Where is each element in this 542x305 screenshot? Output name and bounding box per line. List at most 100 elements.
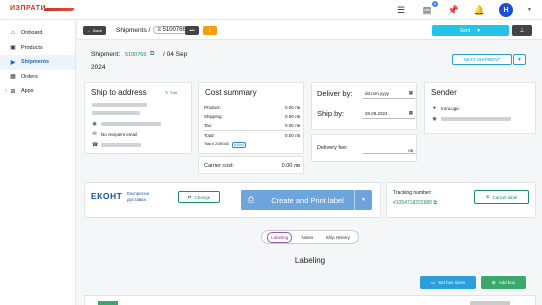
recipient-email: No recipient email [101,131,138,137]
cost-label: Tax: [204,123,213,128]
printer-icon: ⎙ [247,195,255,204]
tab-notes[interactable]: Notes [298,233,316,242]
user-icon: ● [432,105,437,111]
logo-swoosh [43,8,75,11]
label-l-button[interactable]: L [203,26,217,35]
chevron-down-icon[interactable]: ▼ [354,190,372,210]
sidebar-item-label: Apps [21,88,34,95]
print-label: Create and Print label [271,195,344,205]
cost-label: Product: [204,105,221,110]
recipient-line-row [92,111,140,115]
phone-row: ☎ [92,142,141,148]
breadcrumb: Shipments / ≡ 5100766 [116,26,190,34]
add-box-button[interactable]: ⊞ Add box [481,276,526,289]
divider [204,130,300,131]
status-dropdown[interactable]: Sent ▼ [432,25,509,36]
delivery-fee-label: Delivery fee: [317,145,348,151]
carrier-cost-label: Carrier cost: [204,163,234,169]
shipment-id: 5100766 [162,27,186,33]
detail-tabs: Labeling Notes Ship History [261,230,359,244]
tab-ship-history[interactable]: Ship History [323,233,353,242]
ruler-icon: ▭ [430,279,436,285]
top-bar: ИЗПРАТИ ☰ ▤ 5 📌 🔔 H ▼ [0,0,542,20]
box-action[interactable] [470,301,510,305]
back-button[interactable]: ← Back [83,26,106,35]
ship-to-card: Ship to address ✎ Edit ◉ ✉ No recipient e… [84,82,192,154]
sidebar-item-onboard[interactable]: ⌂ Onboard [0,26,75,41]
sender-card: Sender ● IronLogic ◉ [424,82,536,134]
calendar-icon[interactable]: ▦ [409,90,413,96]
ship-by-label: Ship by: [317,109,345,118]
copy-icon[interactable]: ⧉ [150,51,154,58]
notification-badge: 5 [431,1,439,7]
sidebar-item-orders[interactable]: ▦ Orders [0,70,75,85]
cost-summary-card: Cost summary Product: 0.00 лв Shipping: 0.… [198,82,304,154]
avatar[interactable]: H [499,3,514,17]
carrier-cost-row: Carrier cost: 0.00 лв [204,163,300,169]
box-sizes-label: Set box sizes [438,280,466,285]
sender-name-row: ● IronLogic [432,105,460,111]
sidebar-item-apps[interactable]: › ⊞ Apps [0,84,75,99]
cancel-icon: ⊗ [485,194,490,199]
carrier-cost-value: 0.00 лв [281,163,300,169]
tracking-panel: Tracking number: #1054718222680 ⧉ ⊗ Canc… [386,182,536,218]
chevron-down-icon[interactable]: ▼ [527,7,532,13]
sidebar-item-shipments[interactable]: ▶ Shipments [0,55,75,70]
back-label: Back [93,28,102,33]
bell-icon[interactable]: 🔔 [473,4,485,16]
box-icon: ▣ [10,45,16,52]
tracking-number: #1054718222680 [393,200,432,206]
inbox-icon[interactable]: ▤ 5 [421,1,439,16]
tab-labeling[interactable]: Labeling [267,231,293,243]
more-actions-button[interactable]: ••• [185,26,199,35]
box-tag[interactable] [98,301,118,305]
carrier-cost-card: Carrier cost: 0.00 лв [198,156,304,174]
sender-address-row: ◉ [432,116,511,122]
shipment-id-link[interactable]: 5100766 [125,52,146,58]
ship-to-title: Ship to address [91,88,147,97]
box-row [84,295,536,305]
swap-icon: ⇄ [187,194,192,199]
sender-title: Sender [431,88,457,97]
menu-list-icon[interactable]: ☰ [395,4,407,16]
address-row: ◉ [92,121,161,127]
task-link[interactable]: Task # 2189345 [204,142,229,148]
pin-button[interactable]: ⊥ [512,25,532,36]
create-print-label-button[interactable]: ⎙ Create and Print label ▼ [241,190,372,210]
shipment-label: Shipment: [91,51,121,58]
breadcrumb-shipments[interactable]: Shipments / [116,27,150,34]
set-box-sizes-button[interactable]: ▭ Set box sizes [420,276,476,289]
deliver-by-label: Deliver by: [317,89,353,98]
tracking-number-link[interactable]: #1054718222680 ⧉ [393,200,437,206]
ship-by-value: 26.09.2024 [365,110,388,116]
cancel-label: Cancel label [492,194,518,200]
deliver-by-value: dd.mm.yyyy [365,90,390,96]
recipient-name-row [92,103,147,107]
redacted-text [92,111,140,115]
delivery-fee-card: Delivery fee: лв [311,134,417,162]
calendar-icon[interactable]: ▦ [409,110,413,116]
edit-address-button[interactable]: ✎ Edit [165,90,177,95]
total-label: Total: [204,133,215,138]
delivery-fee-input[interactable]: лв [363,143,415,154]
email-icon: ✉ [92,131,97,137]
ship-by-input[interactable]: 26.09.2024 ▦ [363,108,415,119]
next-shipment-button[interactable]: NEXT SHIPMENT [452,54,512,65]
task-row: Task # 2189345 closed [204,142,300,148]
chevron-down-icon[interactable]: ▼ [513,54,526,65]
location-icon: ◉ [92,121,97,127]
cost-line-tax: Tax: 0.00 лв [204,123,300,128]
pin-icon[interactable]: 📌 [447,4,459,16]
deliver-by-input[interactable]: dd.mm.yyyy ▦ [363,88,415,99]
redacted-text [92,103,147,107]
app-logo[interactable]: ИЗПРАТИ [10,5,46,12]
location-icon: ◉ [432,116,437,122]
cancel-label-button[interactable]: ⊗ Cancel label [474,190,529,204]
change-carrier-button[interactable]: ⇄ Change [178,191,220,203]
cost-line-total: Total: 0.00 лв [204,133,300,138]
carrier-panel: ЕКОНТ Експресна доставка ⇄ Change ⎙ Crea… [84,182,381,218]
sidebar-item-products[interactable]: ▣ Products [0,41,75,56]
top-icons: ☰ ▤ 5 📌 🔔 H ▼ [395,1,532,17]
cost-label: Shipping: [204,114,223,119]
copy-icon[interactable]: ⧉ [433,200,437,206]
